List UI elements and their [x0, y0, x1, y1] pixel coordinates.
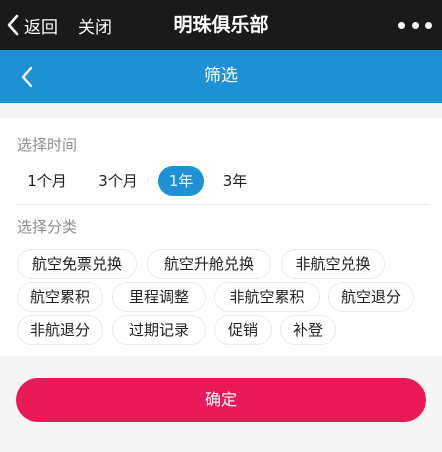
divider: [17, 204, 430, 205]
category-non-air-refund[interactable]: 非航退分: [17, 315, 103, 345]
category-promotion[interactable]: 促销: [214, 315, 272, 345]
time-option-3-years[interactable]: 3年: [213, 166, 257, 196]
category-expiry-records[interactable]: 过期记录: [112, 315, 206, 345]
category-air-refund[interactable]: 航空退分: [328, 282, 414, 312]
category-non-air-redeem[interactable]: 非航空兑换: [281, 249, 385, 279]
chevron-left-icon: [21, 66, 33, 88]
time-option-1-month[interactable]: 1个月: [17, 166, 77, 196]
category-award-ticket[interactable]: 航空免票兑换: [17, 249, 137, 279]
time-section-label: 选择时间: [17, 136, 78, 154]
category-upgrade[interactable]: 航空升舱兑换: [147, 249, 271, 279]
dot: [425, 21, 432, 29]
more-dots-icon[interactable]: [398, 14, 432, 36]
chevron-left-icon: [7, 14, 19, 36]
category-retro-claim[interactable]: 补登: [280, 315, 336, 345]
dot: [411, 21, 419, 29]
wechat-top-bar: 返回 关闭 明珠俱乐部: [0, 0, 442, 50]
dot: [398, 21, 405, 29]
back-button[interactable]: 返回: [6, 10, 58, 40]
confirm-button[interactable]: 确定: [16, 378, 426, 422]
category-section-label: 选择分类: [17, 218, 78, 236]
close-button[interactable]: 关闭: [78, 10, 112, 40]
app-title: 明珠俱乐部: [173, 14, 269, 36]
back-label: 返回: [24, 17, 58, 38]
nav-back-button[interactable]: [10, 60, 44, 94]
page-title: 筛选: [204, 66, 238, 86]
time-option-3-months[interactable]: 3个月: [87, 166, 149, 196]
category-air-accrual[interactable]: 航空累积: [17, 282, 103, 312]
page-header: 筛选: [0, 50, 442, 103]
category-non-air-accrual[interactable]: 非航空累积: [214, 282, 320, 312]
time-option-1-year[interactable]: 1年: [158, 166, 204, 196]
filter-panel: 选择时间 1个月 3个月 1年 3年 选择分类 航空免票兑换 航空升舱兑换 非航…: [0, 118, 442, 356]
category-mileage-adjust[interactable]: 里程调整: [112, 282, 206, 312]
